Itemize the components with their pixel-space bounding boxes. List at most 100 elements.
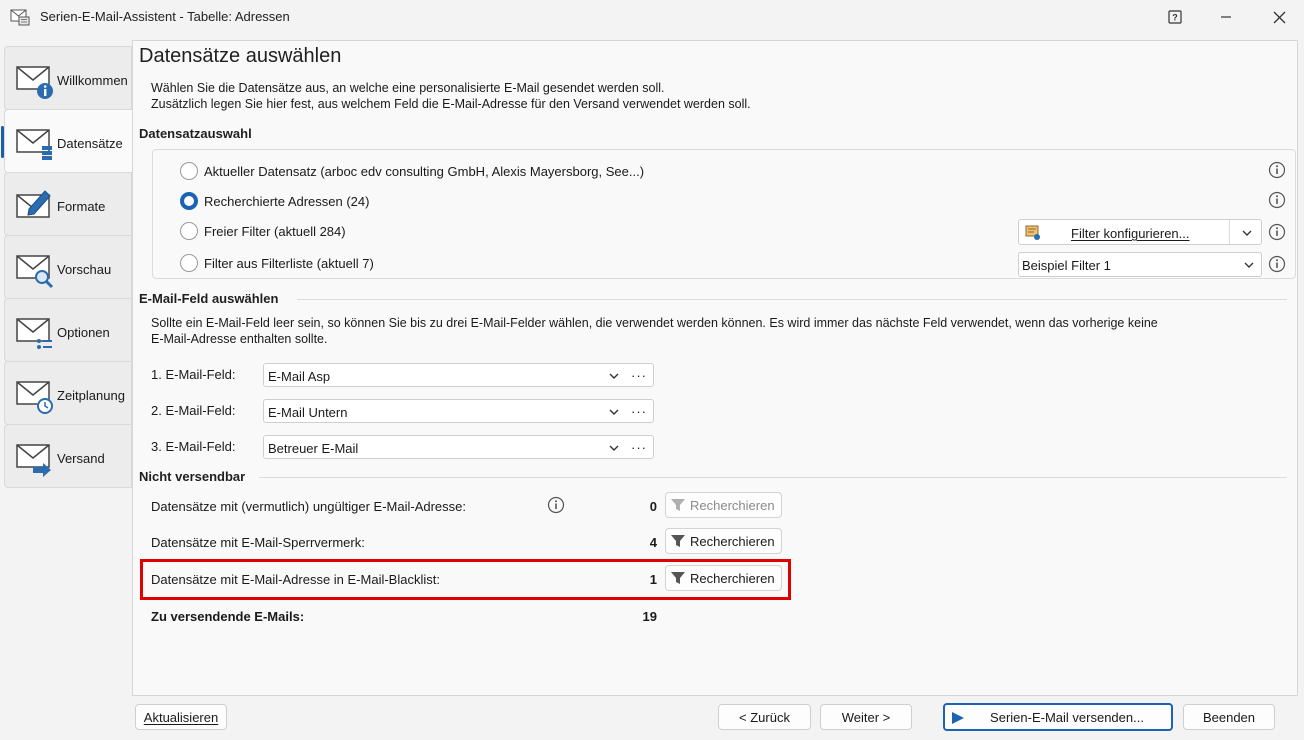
finish-label: Beenden <box>1202 709 1256 725</box>
section-divider <box>297 299 1287 300</box>
radio-label: Recherchierte Adressen (24) <box>204 193 370 209</box>
section-heading-not-sendable: Nicht versendbar <box>139 469 246 484</box>
email-field-1-value: E-Mail Asp <box>268 369 331 384</box>
refresh-button[interactable]: Aktualisieren <box>135 704 227 730</box>
chevron-down-icon <box>609 409 619 415</box>
blocked-email-count: 4 <box>649 535 657 550</box>
email-field-3-label: 3. E-Mail-Feld: <box>151 439 236 454</box>
radio-filter-list[interactable]: Filter aus Filterliste (aktuell 7) <box>180 253 374 273</box>
filter-list-select[interactable]: Beispiel Filter 1 <box>1018 252 1262 277</box>
email-field-2-label: 2. E-Mail-Feld: <box>151 403 236 418</box>
chevron-down-icon <box>609 373 619 379</box>
blacklist-email-count: 1 <box>649 572 657 587</box>
info-icon[interactable] <box>1268 223 1286 241</box>
email-field-3-value: Betreuer E-Mail <box>268 441 359 456</box>
next-label: Weiter > <box>841 709 891 725</box>
send-mail-button[interactable]: Serien-E-Mail versenden... <box>943 703 1173 731</box>
intro-line: Wählen Sie die Datensätze aus, an welche… <box>151 81 665 95</box>
research-button-label: Recherchieren <box>690 570 775 586</box>
chevron-down-icon[interactable] <box>1241 227 1253 239</box>
filter-config-icon <box>1025 225 1040 240</box>
email-field-1-label: 1. E-Mail-Feld: <box>151 367 236 382</box>
radio-button[interactable] <box>180 222 198 240</box>
radio-label: Freier Filter (aktuell 284) <box>204 223 346 239</box>
radio-current-record[interactable]: Aktueller Datensatz (arboc edv consultin… <box>180 161 644 181</box>
sidebar-item-label: Vorschau <box>57 262 112 277</box>
section-divider <box>259 477 1287 478</box>
sidebar-item-label: Zeitplanung <box>57 388 125 403</box>
email-field-2-select[interactable]: E-Mail Untern ··· <box>263 399 654 423</box>
radio-label: Filter aus Filterliste (aktuell 7) <box>204 255 374 271</box>
sidebar-item-label: Versand <box>57 451 105 466</box>
email-field-3-select[interactable]: Betreuer E-Mail ··· <box>263 435 654 459</box>
research-blacklist-button[interactable]: Recherchieren <box>665 565 782 591</box>
back-button[interactable]: < Zurück <box>718 704 811 730</box>
wizard-page: Datensätze auswählen Wählen Sie die Date… <box>132 40 1298 696</box>
send-mail-label: Serien-E-Mail versenden... <box>990 709 1144 725</box>
radio-researched-addresses[interactable]: Recherchierte Adressen (24) <box>180 191 369 211</box>
title-bar: Serien-E-Mail-Assistent - Tabelle: Adres… <box>0 0 1304 34</box>
invalid-email-label: Datensätze mit (vermutlich) ungültiger E… <box>151 499 466 514</box>
mail-info-icon <box>16 66 53 99</box>
filter-configure-label: Filter konfigurieren... <box>1071 226 1190 241</box>
description-line: Sollte ein E-Mail-Feld leer sein, so kön… <box>151 316 1158 330</box>
footer-bar: Aktualisieren < Zurück Weiter > Serien-E… <box>0 696 1304 740</box>
filter-funnel-icon <box>671 499 685 511</box>
play-icon <box>952 712 964 724</box>
section-heading-selection: Datensatzauswahl <box>139 126 252 141</box>
help-button[interactable]: ? <box>1152 4 1198 30</box>
radio-button-selected[interactable] <box>180 192 198 210</box>
sidebar-item-label: Datensätze <box>57 136 123 151</box>
sidebar-item-vorschau[interactable]: Vorschau <box>4 235 132 299</box>
info-icon[interactable] <box>1268 255 1286 273</box>
minimize-button[interactable] <box>1203 4 1249 30</box>
mail-schedule-icon <box>16 381 53 414</box>
radio-button[interactable] <box>180 162 198 180</box>
sidebar-item-datensaetze[interactable]: Datensätze <box>1 109 134 173</box>
info-icon[interactable] <box>1268 161 1286 179</box>
blocked-email-label: Datensätze mit E-Mail-Sperrvermerk: <box>151 535 365 550</box>
sidebar-item-zeitplanung[interactable]: Zeitplanung <box>4 361 132 425</box>
more-options-button[interactable]: ··· <box>625 436 653 458</box>
email-field-1-select[interactable]: E-Mail Asp ··· <box>263 363 654 387</box>
radio-button[interactable] <box>180 254 198 272</box>
research-blocked-button[interactable]: Recherchieren <box>665 528 782 554</box>
split-divider <box>1229 220 1230 244</box>
sidebar-item-label: Optionen <box>57 325 110 340</box>
mail-preview-icon <box>16 255 54 289</box>
wizard-sidebar: Willkommen Datensätze Formate Vorschau O… <box>0 44 134 704</box>
help-icon: ? <box>1168 10 1182 24</box>
blacklist-email-label: Datensätze mit E-Mail-Adresse in E-Mail-… <box>151 572 440 587</box>
sidebar-item-formate[interactable]: Formate <box>4 172 132 236</box>
filter-configure-button[interactable]: Filter konfigurieren... <box>1018 219 1262 245</box>
info-icon[interactable] <box>1268 191 1286 209</box>
close-button[interactable] <box>1256 4 1302 30</box>
research-button-label: Recherchieren <box>690 497 775 513</box>
chevron-down-icon <box>609 445 619 451</box>
research-button-label: Recherchieren <box>690 533 775 549</box>
research-invalid-button[interactable]: Recherchieren <box>665 492 782 518</box>
sidebar-item-optionen[interactable]: Optionen <box>4 298 132 362</box>
more-options-button[interactable]: ··· <box>625 364 653 386</box>
description-line: E-Mail-Adresse enthalten sollte. <box>151 332 328 346</box>
finish-button[interactable]: Beenden <box>1183 704 1275 730</box>
next-button[interactable]: Weiter > <box>820 704 912 730</box>
active-indicator <box>1 126 4 158</box>
mail-edit-icon <box>16 190 51 218</box>
sidebar-item-versand[interactable]: Versand <box>4 424 132 488</box>
close-icon <box>1273 11 1285 23</box>
radio-label: Aktueller Datensatz (arboc edv consultin… <box>204 163 645 179</box>
filter-funnel-icon <box>671 572 685 584</box>
filter-list-value: Beispiel Filter 1 <box>1022 258 1111 273</box>
sidebar-item-label: Formate <box>57 199 106 214</box>
selection-group: Aktueller Datensatz (arboc edv consultin… <box>152 149 1296 279</box>
svg-text:?: ? <box>1172 13 1178 23</box>
total-label: Zu versendende E-Mails: <box>151 609 305 624</box>
sidebar-item-willkommen[interactable]: Willkommen <box>4 46 132 110</box>
total-count: 19 <box>642 609 657 624</box>
radio-free-filter[interactable]: Freier Filter (aktuell 284) <box>180 221 346 241</box>
more-options-button[interactable]: ··· <box>625 400 653 422</box>
refresh-label: Aktualisieren <box>143 709 219 725</box>
email-field-2-value: E-Mail Untern <box>268 405 348 420</box>
info-icon[interactable] <box>547 496 565 514</box>
